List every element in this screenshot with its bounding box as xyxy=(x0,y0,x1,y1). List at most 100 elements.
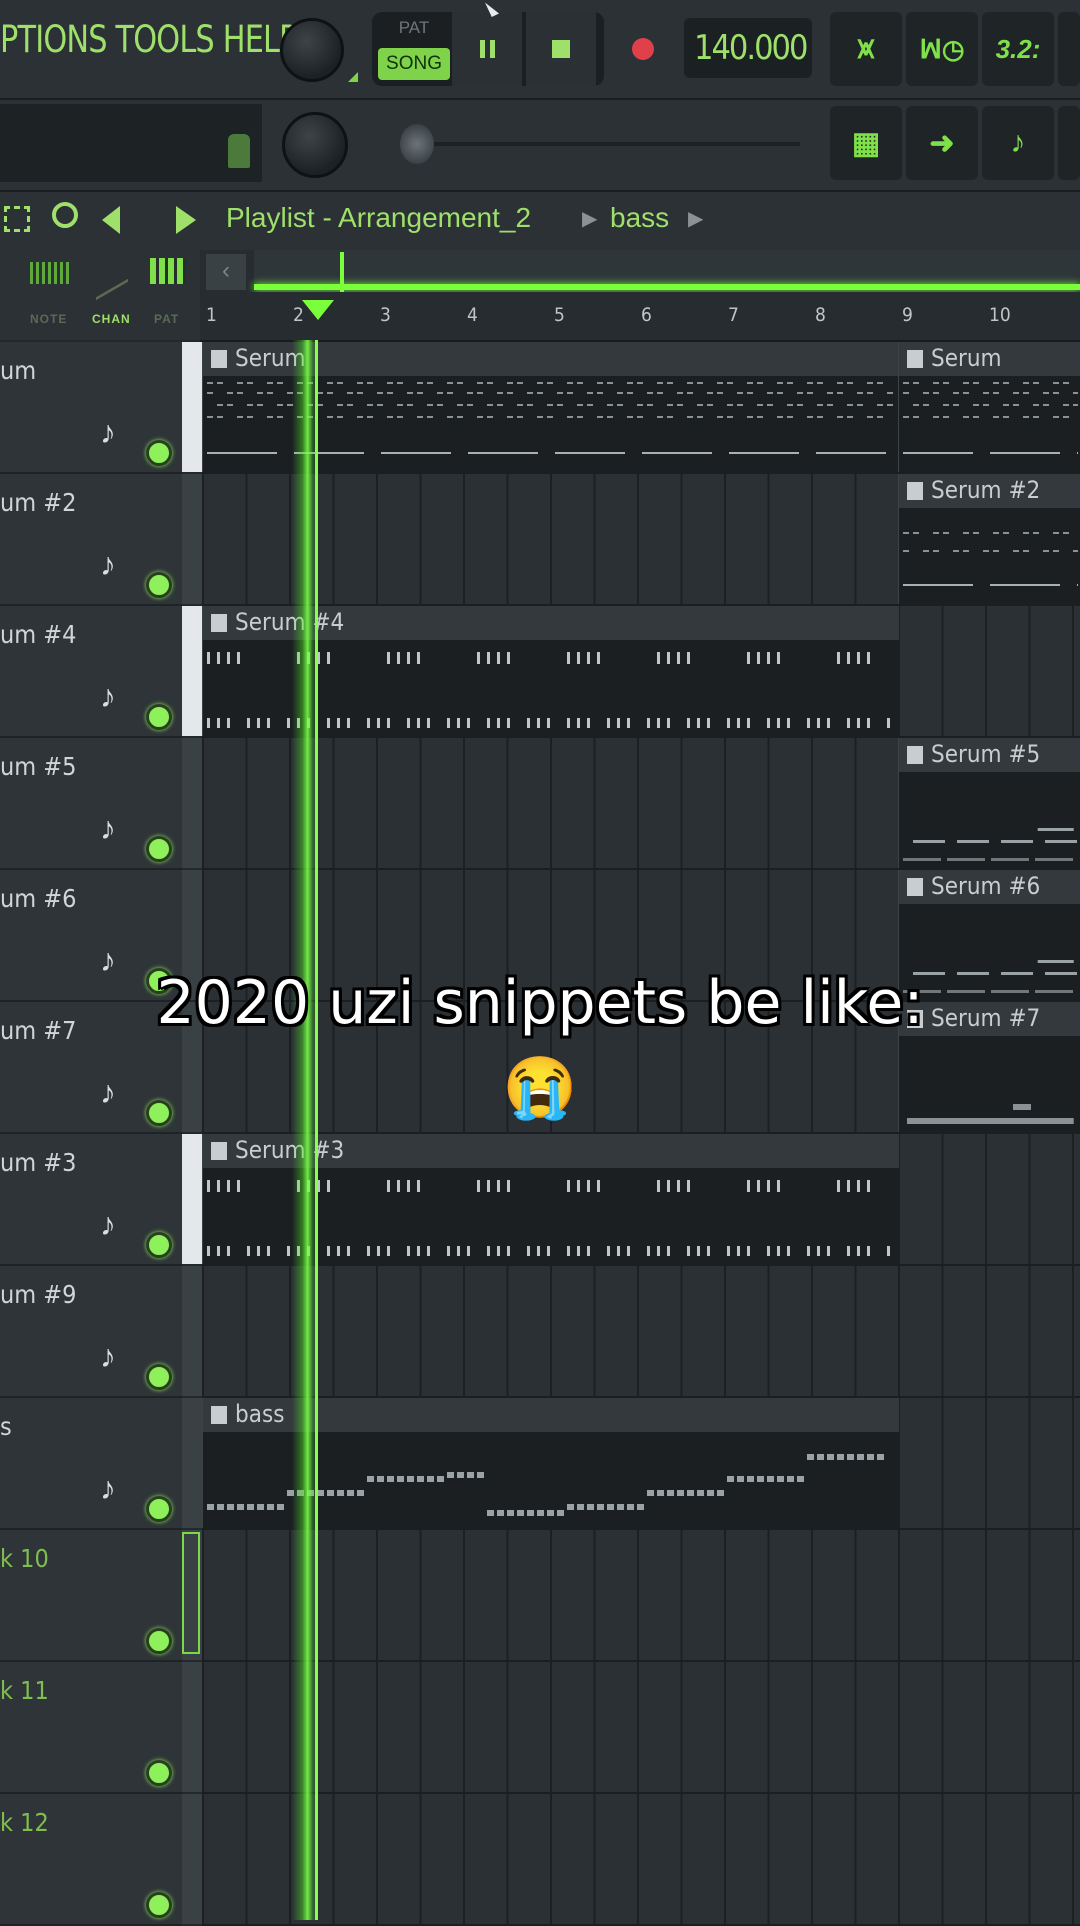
pitch-slider-thumb[interactable] xyxy=(400,124,434,164)
track-header[interactable]: um #5 ♪ xyxy=(0,738,182,870)
track-mute-led[interactable] xyxy=(146,572,172,598)
stop-button[interactable] xyxy=(526,12,596,86)
scrollbar-thumb[interactable] xyxy=(340,252,344,292)
note-mark xyxy=(697,1246,700,1256)
pitch-slider-track[interactable] xyxy=(400,142,800,146)
track-header[interactable]: k 12 xyxy=(0,1794,182,1926)
tool-chan-label[interactable]: CHAN xyxy=(92,312,131,326)
tempo-display[interactable]: 140.000 xyxy=(684,18,812,78)
tuner-button[interactable]: ⩙ xyxy=(830,12,902,86)
note-mark xyxy=(597,382,603,384)
track-header[interactable]: um #9 ♪ xyxy=(0,1266,182,1398)
track-color-strip[interactable] xyxy=(182,606,202,736)
playhead-marker-icon[interactable] xyxy=(302,300,334,320)
piano-roll-button[interactable]: ▦ xyxy=(830,106,902,180)
plugin-button[interactable]: ♪ xyxy=(982,106,1054,180)
track-color-strip[interactable] xyxy=(182,1134,202,1264)
track-name[interactable]: um #5 xyxy=(0,752,76,781)
track-header[interactable]: k 10 xyxy=(0,1530,182,1662)
note-mark xyxy=(847,718,850,728)
note-mark xyxy=(617,404,623,406)
track-header[interactable]: um #2 ♪ xyxy=(0,474,182,606)
track-name[interactable]: k 10 xyxy=(0,1544,49,1573)
track-lane[interactable] xyxy=(202,1794,1080,1926)
track-mute-led[interactable] xyxy=(146,1364,172,1390)
scroll-left-button[interactable]: ‹ xyxy=(206,254,246,290)
channel-rack-button[interactable]: ➜ xyxy=(906,106,978,180)
track-color-strip[interactable] xyxy=(182,1398,202,1528)
track-mute-led[interactable] xyxy=(146,1496,172,1522)
counter-button[interactable]: 3.2: xyxy=(982,12,1054,86)
track-lane[interactable] xyxy=(202,1530,1080,1662)
extra-button-2[interactable] xyxy=(1058,106,1080,180)
note-mark xyxy=(337,404,343,406)
record-button[interactable] xyxy=(612,20,674,78)
track-name[interactable]: k 12 xyxy=(0,1808,49,1837)
track-color-strip[interactable] xyxy=(182,1794,202,1924)
speaker-icon[interactable] xyxy=(102,206,120,234)
track-lane[interactable]: Serum #2 xyxy=(202,474,1080,606)
track-name[interactable]: k 11 xyxy=(0,1676,49,1705)
note-mark xyxy=(427,718,430,728)
note-mark xyxy=(687,392,693,394)
audio-wave-icon[interactable] xyxy=(30,262,70,284)
note-mark xyxy=(657,1180,660,1192)
fullscreen-icon[interactable] xyxy=(4,206,30,232)
main-menu[interactable]: PTIONS TOOLS HELP xyxy=(0,18,297,61)
track-name[interactable]: um xyxy=(0,356,36,385)
song-mode-button[interactable]: SONG xyxy=(378,48,450,80)
track-header[interactable]: s ♪ xyxy=(0,1398,182,1530)
pattern-clip[interactable]: Serum xyxy=(898,342,1080,472)
track-lane[interactable] xyxy=(202,1662,1080,1794)
track-mute-led[interactable] xyxy=(146,1760,172,1786)
pattern-clip[interactable]: Serum #5 xyxy=(898,738,1080,868)
note-mark xyxy=(577,718,580,728)
metronome-icon[interactable] xyxy=(228,134,250,168)
track-color-strip[interactable] xyxy=(182,1662,202,1792)
track-name[interactable]: um #9 xyxy=(0,1280,76,1309)
note-mark xyxy=(477,1180,480,1192)
track-header[interactable]: um #3 ♪ xyxy=(0,1134,182,1266)
tool-note-label[interactable]: NOTE xyxy=(30,312,67,326)
track-lane[interactable]: Serum Serum xyxy=(202,342,1080,474)
zoom-icon[interactable] xyxy=(52,202,78,228)
note-mark xyxy=(617,718,620,728)
playlist-arrow-icon[interactable] xyxy=(176,206,196,234)
track-color-strip[interactable] xyxy=(182,738,202,868)
track-color-strip[interactable] xyxy=(182,1266,202,1396)
time-button[interactable]: ꟽ◷ xyxy=(906,12,978,86)
playlist-title[interactable]: Playlist - Arrangement_2 xyxy=(226,202,531,234)
master-volume-knob[interactable] xyxy=(280,18,344,82)
track-lane[interactable]: bass xyxy=(202,1398,1080,1530)
track-name[interactable]: um #2 xyxy=(0,488,76,517)
track-mute-led[interactable] xyxy=(146,1232,172,1258)
pattern-clip[interactable]: Serum #2 xyxy=(898,474,1080,604)
track-name[interactable]: s xyxy=(0,1412,12,1441)
pause-button[interactable] xyxy=(452,12,522,86)
track-mute-led[interactable] xyxy=(146,704,172,730)
breadcrumb-pattern[interactable]: bass xyxy=(610,202,669,234)
pat-mode-label[interactable]: PAT xyxy=(378,18,450,38)
track-name[interactable]: um #6 xyxy=(0,884,76,913)
pattern-icon[interactable] xyxy=(150,258,186,284)
extra-button[interactable] xyxy=(1058,12,1080,86)
track-lane[interactable] xyxy=(202,1266,1080,1398)
track-header[interactable]: um #4 ♪ xyxy=(0,606,182,738)
track-header[interactable]: k 11 xyxy=(0,1662,182,1794)
track-color-strip[interactable] xyxy=(182,342,202,472)
track-mute-led[interactable] xyxy=(146,440,172,466)
track-mute-led[interactable] xyxy=(146,1892,172,1918)
track-mute-led[interactable] xyxy=(146,836,172,862)
crying-emoji-icon: 😭 xyxy=(502,1054,578,1121)
track-lane[interactable]: Serum #5 xyxy=(202,738,1080,870)
tool-pat-label[interactable]: PAT xyxy=(154,312,179,326)
track-mute-led[interactable] xyxy=(146,1628,172,1654)
track-lane[interactable]: Serum #4 xyxy=(202,606,1080,738)
track-header[interactable]: um ♪ xyxy=(0,342,182,474)
track-color-strip[interactable] xyxy=(182,474,202,604)
track-lane[interactable]: Serum #3 xyxy=(202,1134,1080,1266)
track-name[interactable]: um #4 xyxy=(0,620,76,649)
clip-notes xyxy=(903,828,1077,861)
track-name[interactable]: um #3 xyxy=(0,1148,76,1177)
master-pitch-knob[interactable] xyxy=(282,112,348,178)
